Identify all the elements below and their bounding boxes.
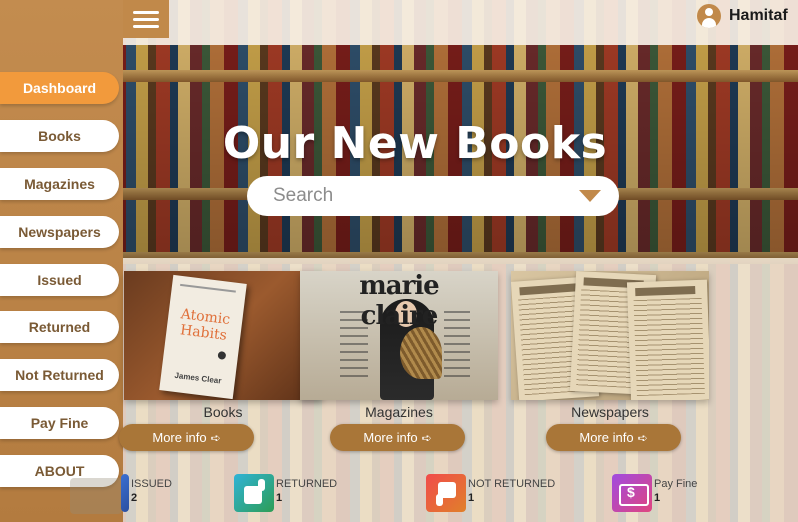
book-cover: Atomic Habits James Clear bbox=[159, 274, 247, 400]
menu-icon[interactable] bbox=[123, 0, 169, 38]
books-image[interactable]: Atomic Habits James Clear bbox=[124, 271, 322, 400]
stat-label: ISSUED bbox=[131, 478, 172, 490]
sidebar-item-returned[interactable]: Returned bbox=[0, 311, 119, 343]
arrow-right-icon: ➪ bbox=[421, 430, 432, 445]
user-menu[interactable]: Hamitaf bbox=[697, 4, 788, 28]
card-magazines[interactable]: marie claire Magazines bbox=[300, 271, 498, 420]
page-title: Our New Books bbox=[222, 118, 608, 169]
stat-value: 1 bbox=[654, 492, 661, 504]
stat-label: Pay Fine bbox=[654, 478, 698, 490]
stat-label: NOT RETURNED bbox=[468, 478, 556, 490]
arrow-right-icon: ➪ bbox=[210, 430, 221, 445]
card-books[interactable]: Atomic Habits James Clear Books bbox=[124, 271, 322, 420]
stat-value: 1 bbox=[468, 492, 475, 504]
magazines-image[interactable]: marie claire bbox=[300, 271, 498, 400]
magazine-masthead: marie claire bbox=[359, 271, 439, 331]
sidebar-item-magazines[interactable]: Magazines bbox=[0, 168, 119, 200]
card-label: Magazines bbox=[365, 404, 433, 420]
sidebar-item-pay-fine[interactable]: Pay Fine bbox=[0, 407, 119, 439]
sidebar-item-newspapers[interactable]: Newspapers bbox=[0, 216, 119, 248]
search-input[interactable] bbox=[273, 185, 579, 207]
sidebar: Dashboard Books Magazines Newspapers Iss… bbox=[0, 0, 123, 522]
stat-pay-fine[interactable]: Pay Fine 1 bbox=[612, 474, 697, 512]
issued-icon bbox=[121, 474, 129, 512]
books-more-info-button[interactable]: More info ➪ bbox=[119, 424, 254, 451]
card-label: Newspapers bbox=[571, 404, 649, 420]
newspapers-more-info-button[interactable]: More info ➪ bbox=[546, 424, 681, 451]
sidebar-item-not-returned[interactable]: Not Returned bbox=[0, 359, 119, 391]
user-icon bbox=[697, 4, 721, 28]
search-bar[interactable] bbox=[247, 176, 619, 216]
sidebar-item-dashboard[interactable]: Dashboard bbox=[0, 72, 119, 104]
sidebar-item-books[interactable]: Books bbox=[0, 120, 119, 152]
stat-value: 1 bbox=[276, 492, 283, 504]
card-newspapers[interactable]: Newspapers bbox=[511, 271, 709, 420]
stat-not-returned[interactable]: NOT RETURNED 1 bbox=[426, 474, 555, 512]
money-icon bbox=[612, 474, 652, 512]
arrow-right-icon: ➪ bbox=[637, 430, 648, 445]
stat-label: RETURNED bbox=[276, 478, 338, 490]
sidebar-item-issued[interactable]: Issued bbox=[0, 264, 119, 296]
dropdown-caret-icon[interactable] bbox=[579, 190, 601, 202]
card-label: Books bbox=[203, 404, 243, 420]
magazines-more-info-button[interactable]: More info ➪ bbox=[330, 424, 465, 451]
username: Hamitaf bbox=[729, 7, 788, 24]
newspapers-image[interactable] bbox=[511, 271, 709, 400]
stat-value: 2 bbox=[131, 492, 138, 504]
stat-issued[interactable]: ISSUED 2 bbox=[121, 474, 172, 512]
thumbs-down-icon bbox=[426, 474, 466, 512]
stat-returned[interactable]: RETURNED 1 bbox=[234, 474, 337, 512]
thumbs-up-icon bbox=[234, 474, 274, 512]
